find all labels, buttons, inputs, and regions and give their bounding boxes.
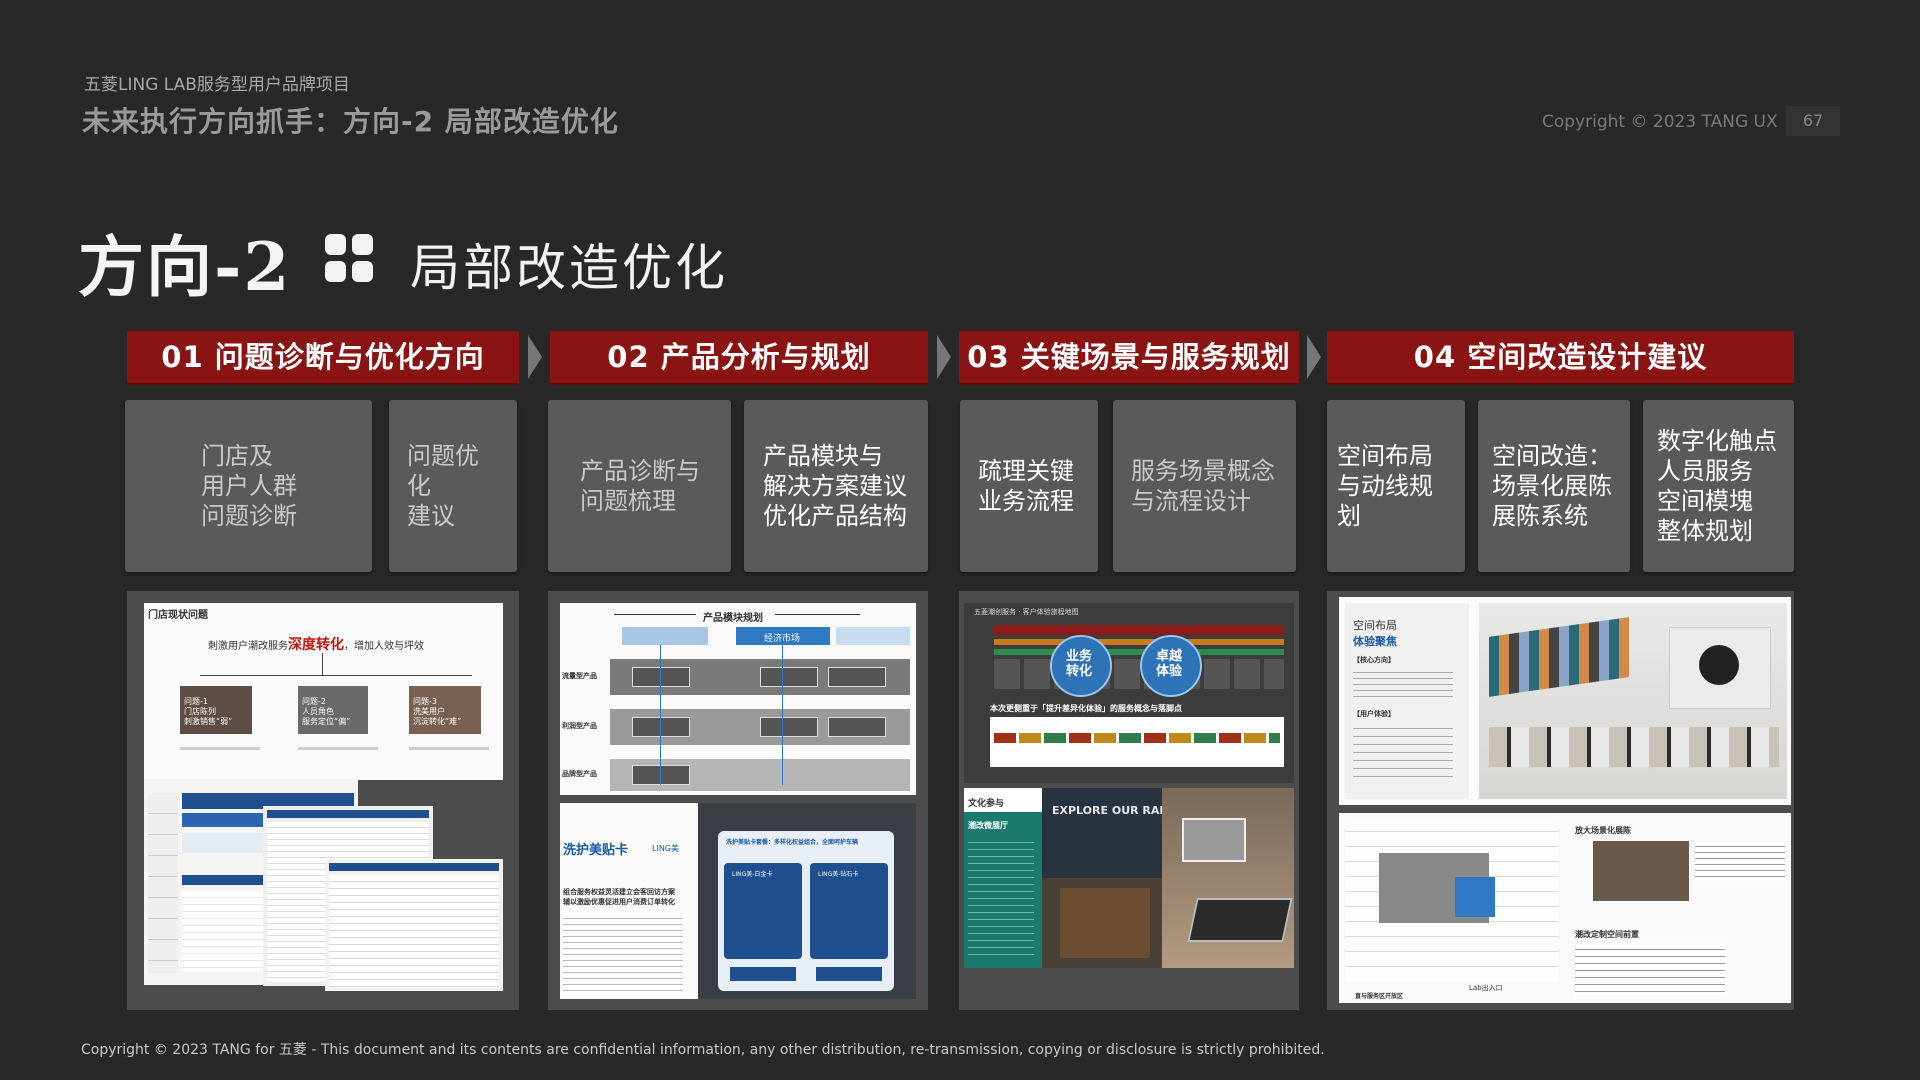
slide-space-layout: 空间布局 体验聚焦 【核心方向】 【用户体验】	[1339, 597, 1791, 805]
card-subtitle: LING美	[652, 844, 679, 853]
card-space-layout: 空间布局 与动线规划	[1327, 400, 1465, 572]
layout-label-b: 【用户体验】	[1353, 710, 1395, 718]
slide-card-intro: 洗护美贴卡 LING美 组合服务权益灵活建立会客回访方案 辅以激励优惠促进用户消…	[560, 803, 698, 999]
card-product-modules: 产品模块与 解决方案建议 优化产品结构	[744, 400, 928, 572]
problem-3: 问题-3 洗美用户 沉淀转化“难”	[413, 697, 462, 726]
slide-title: 产品模块规划	[703, 613, 763, 624]
row-label: 品牌型产品	[562, 770, 597, 778]
bubble-experience: 卓越 体验	[1156, 649, 1183, 679]
panel-subtitle: 潮改微展厅	[968, 821, 1008, 830]
page-subtitle: 未来执行方向抓手：方向-2 局部改造优化	[82, 105, 619, 138]
thumbnail-product-planning: 产品模块规划 经济市场 流量型产品 利润型产品 品牌型产品 洗护美贴卡 LING…	[548, 591, 928, 1010]
footer-copyright: Copyright © 2023 TANG for 五菱 - This docu…	[81, 1042, 1325, 1058]
card-optimization-advice: 问题优化 建议	[389, 400, 517, 572]
plan-point-b: 潮改定制空间前置	[1575, 930, 1639, 939]
card-service-scenario: 服务场景概念 与流程设计	[1113, 400, 1296, 572]
slide-journey-map: 五菱潮创服务 · 客户体验旅程地图 业务 转化 卓越 体验 本次更侧重于「提升差…	[964, 603, 1294, 783]
slide-showroom-photo: EXPLORE OUR RANGE	[1042, 788, 1294, 968]
thumbnail-problem-diagnosis: 门店现状问题 刺激用户潮改服务深度转化，增加人效与坪效 问题-1 门店陈列 刺激…	[127, 591, 519, 1010]
slide-title: 五菱潮创服务 · 客户体验旅程地图	[974, 608, 1079, 616]
card-option-b: LING美-钻石卡	[818, 871, 859, 878]
card-digital-touchpoints: 数字化触点 人员服务 空间模塊 整体规划	[1643, 400, 1794, 572]
phase-03-header: 03 关键场景与服务规划	[959, 331, 1299, 385]
layout-title: 空间布局	[1353, 619, 1397, 632]
chevron-right-icon	[937, 335, 951, 379]
card-title: 洗护美贴卡	[563, 843, 629, 858]
segment-tag: 经济市场	[764, 634, 801, 644]
panel-title: 文化参与	[968, 799, 1005, 809]
card-headline: 洗护美贴卡套餐：多样化权益组合，全面呵护车辆	[726, 839, 859, 846]
layout-subtitle: 体验聚焦	[1353, 635, 1397, 648]
problem-1: 问题-1 门店陈列 刺激销售“弱”	[184, 697, 233, 726]
chevron-right-icon	[528, 335, 542, 379]
thumbnail-service-scenarios: 五菱潮创服务 · 客户体验旅程地图 业务 转化 卓越 体验 本次更侧重于「提升差…	[959, 591, 1299, 1010]
phase-01-header: 01 问题诊断与优化方向	[127, 331, 519, 385]
plan-bottom-label: 直与服务区开放区	[1355, 993, 1404, 1000]
plan-point-a: 放大场景化展陈	[1575, 826, 1631, 835]
four-squares-icon	[325, 234, 373, 282]
card-space-renovation: 空间改造： 场景化展陈 展陈系统	[1478, 400, 1630, 572]
card-product-diagnosis: 产品诊断与 问题梳理	[548, 400, 731, 572]
project-name: 五菱LING LAB服务型用户品牌项目	[84, 75, 350, 95]
slide-table-c	[325, 859, 503, 991]
slide-product-modules: 产品模块规划 经济市场 流量型产品 利润型产品 品牌型产品	[560, 603, 916, 795]
slide-store-issues: 门店现状问题 刺激用户潮改服务深度转化，增加人效与坪效 问题-1 门店陈列 刺激…	[144, 603, 503, 780]
copyright-label: Copyright © 2023 TANG UX	[1542, 112, 1778, 132]
row-label: 利润型产品	[562, 722, 597, 730]
plan-entrance: Lab出入口	[1469, 984, 1503, 992]
slide-headline: 刺激用户潮改服务深度转化，增加人效与坪效	[208, 637, 424, 653]
page-number: 67	[1786, 106, 1840, 136]
journey-headline: 本次更侧重于「提升差异化体验」的服务概念与落脚点	[990, 704, 1182, 713]
layout-label-a: 【核心方向】	[1353, 656, 1395, 664]
slide-card-photo: 洗护美贴卡套餐：多样化权益组合，全面呵护车辆 LING美-白金卡 LING美-钻…	[698, 803, 916, 999]
bubble-conversion: 业务 转化	[1066, 649, 1093, 679]
card-option-a: LING美-白金卡	[732, 871, 773, 878]
thumbnail-space-design: 空间布局 体验聚焦 【核心方向】 【用户体验】 Lab出入口 放大场景化展陈 潮…	[1327, 591, 1794, 1010]
card-store-diagnosis: 门店及 用户人群 问题诊断	[125, 400, 372, 572]
phase-02-header: 02 产品分析与规划	[550, 331, 928, 385]
direction-subtitle: 局部改造优化	[410, 239, 728, 297]
slide-culture: 文化参与 潮改微展厅	[964, 788, 1042, 968]
chevron-right-icon	[1307, 335, 1321, 379]
problem-2: 问题-2 人员角色 服务定位“偏”	[302, 697, 351, 726]
row-label: 流量型产品	[562, 672, 597, 680]
slide-title: 门店现状问题	[148, 610, 208, 621]
phase-04-header: 04 空间改造设计建议	[1327, 331, 1794, 385]
slide-floor-plan: Lab出入口 放大场景化展陈 潮改定制空间前置 直与服务区开放区	[1339, 813, 1791, 1003]
direction-title: 方向-2	[78, 228, 292, 306]
card-text: 组合服务权益灵活建立会客回访方案 辅以激励优惠促进用户消费订单转化	[563, 888, 675, 906]
card-business-flow: 疏理关键 业务流程	[960, 400, 1098, 572]
